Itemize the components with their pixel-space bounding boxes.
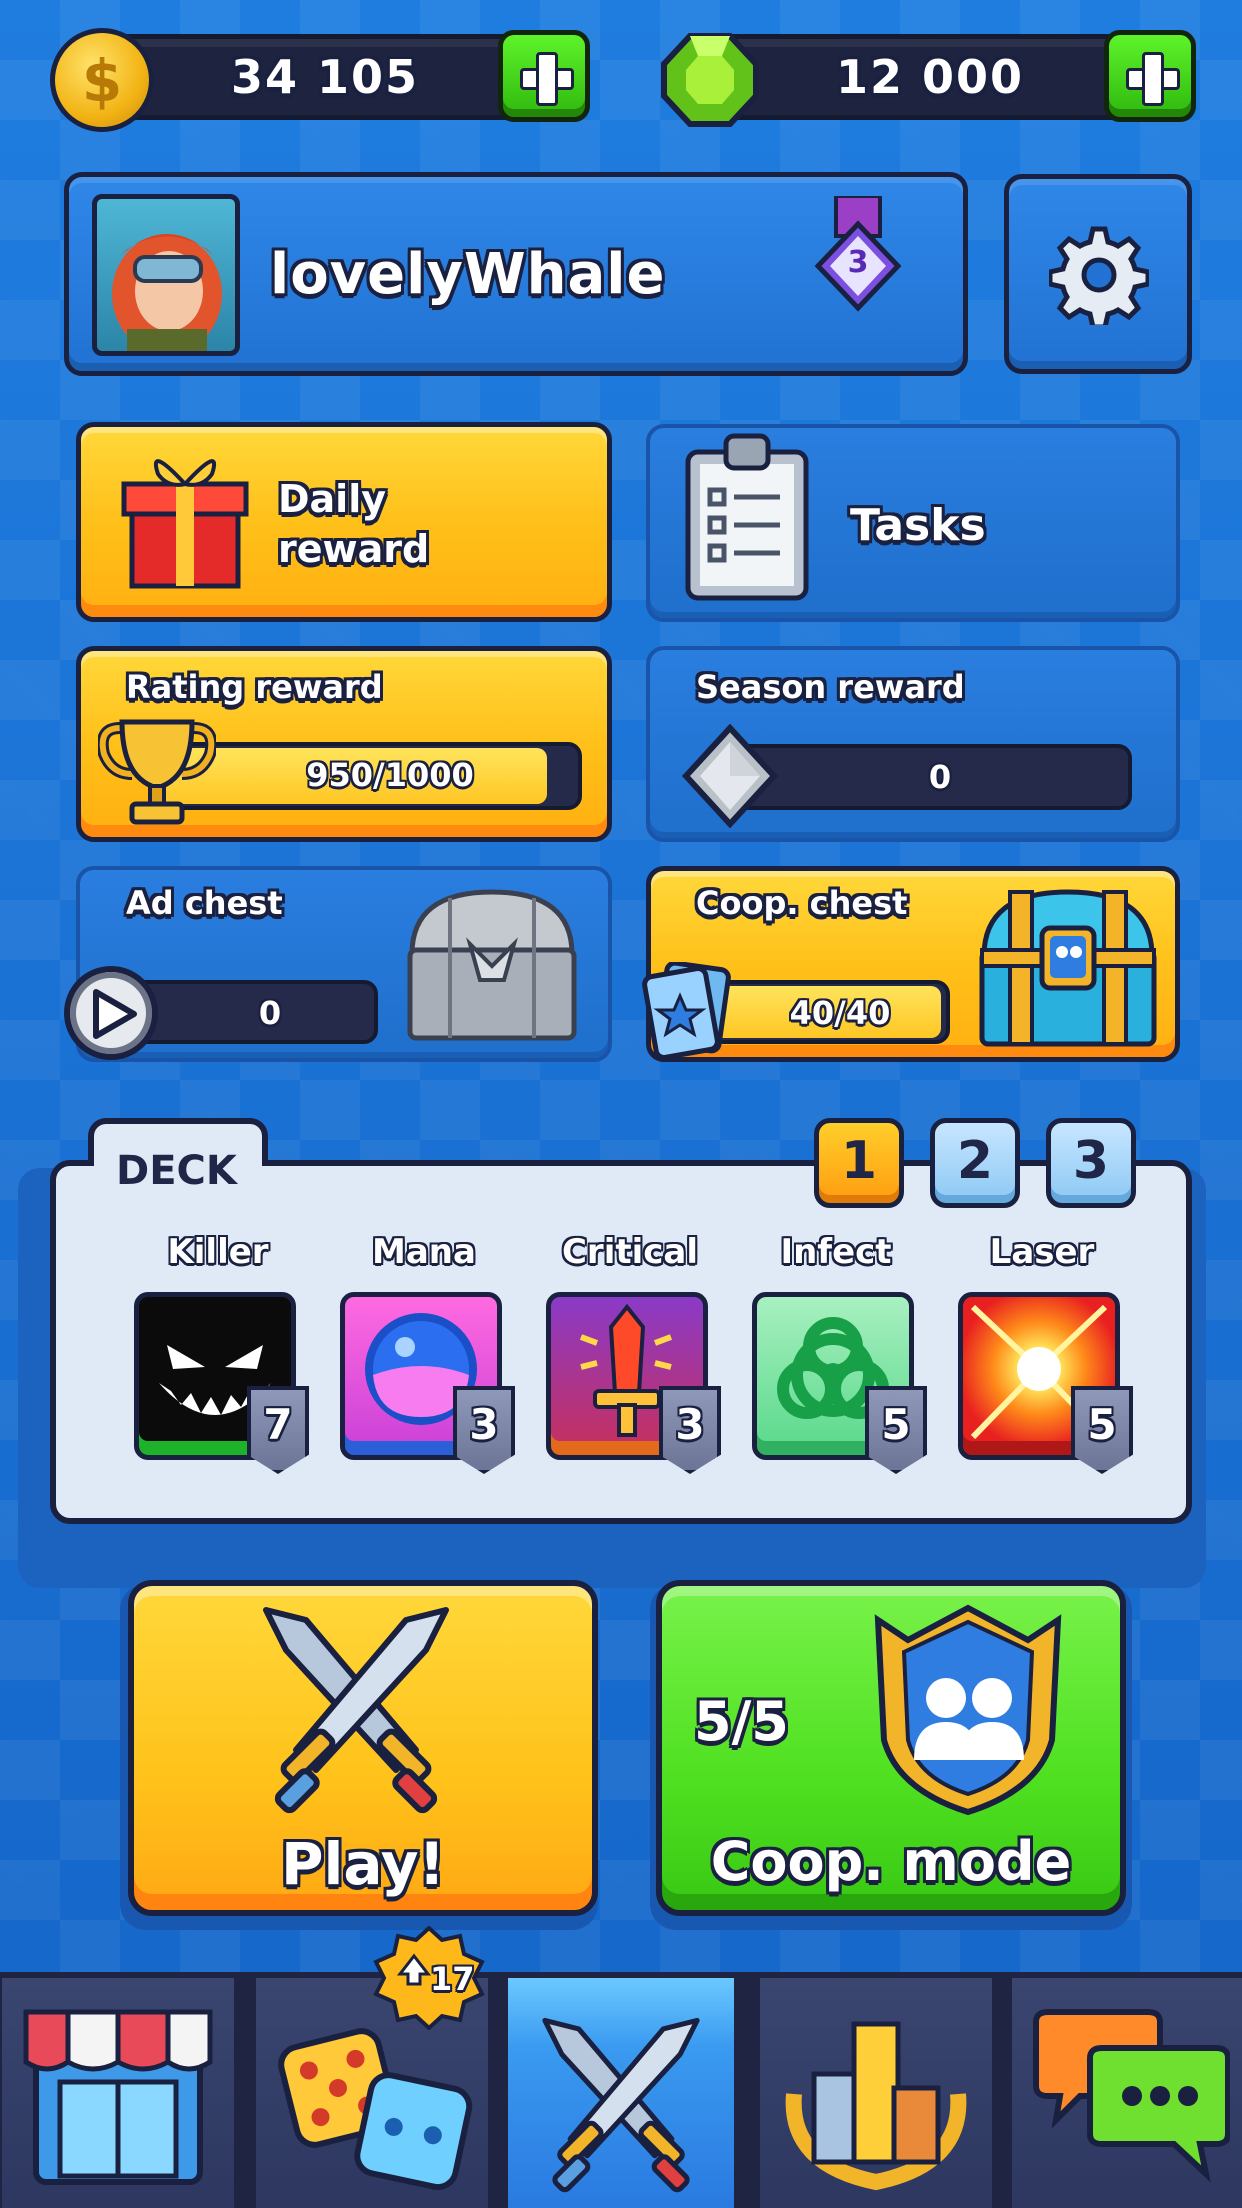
play-ad-icon[interactable] [64,966,158,1060]
crossed-swords-icon [236,1600,476,1820]
card-label-infect: Infect [780,1232,892,1272]
leaderboard-icon [785,2021,967,2191]
settings-button[interactable] [1004,174,1192,374]
dice-icon [278,2028,473,2191]
gems-value: 12 000 [835,50,1025,104]
rating-progress-text: 950/1000 [306,756,474,794]
dice-upgrade-count: 17 [430,1960,475,1998]
coop-count: 5/5 [694,1690,789,1753]
nav-shop[interactable] [2,1978,234,2208]
gift-icon [118,444,252,590]
ad-chest-label: Ad chest [126,884,283,922]
coop-chest-progress-text: 40/40 [789,994,891,1032]
avatar[interactable] [92,194,240,356]
nav-battle[interactable] [508,1978,734,2208]
add-coins-button[interactable] [498,30,590,122]
coop-shield-icon [868,1600,1068,1818]
silver-chest-icon [400,884,584,1046]
deck-slot-1[interactable]: 1 [814,1118,904,1208]
play-label: Play! [280,1830,445,1898]
tasks-label: Tasks [850,500,986,551]
daily-reward-label: Daily reward [278,477,430,571]
trophy-icon [96,718,218,828]
coin-symbol: $ [81,47,123,115]
coop-mode-label: Coop. mode [710,1830,1072,1893]
coins-value: 34 105 [230,50,420,104]
coin-icon: $ [50,28,154,132]
card-label-mana: Mana [372,1232,476,1272]
rank-level: 3 [847,245,869,280]
gear-icon [1049,226,1149,325]
coop-chest-icon [970,884,1166,1050]
nav-leaderboard[interactable] [760,1978,992,2208]
season-reward-label: Season reward [696,668,965,706]
card-label-critical: Critical [561,1232,699,1272]
ad-chest-progress-text: 0 [258,994,282,1032]
card-label-laser: Laser [989,1232,1095,1272]
deck-slot-2[interactable]: 2 [930,1118,1020,1208]
card-label-killer: Killer [167,1232,269,1272]
clipboard-icon [680,430,814,602]
rating-reward-label: Rating reward [126,668,383,706]
dice-upgrade-badge: 17 [370,1925,488,2031]
season-diamond-icon [680,723,780,829]
username: lovelyWhale [270,242,666,307]
add-gems-button[interactable] [1104,30,1196,122]
deck-title: DECK [116,1148,237,1194]
coop-chest-label: Coop. chest [696,884,908,922]
deck-slot-3[interactable]: 3 [1046,1118,1136,1208]
gem-icon [660,30,760,130]
season-progress-text: 0 [928,758,952,796]
card-star-icon [640,960,740,1060]
battle-icon [542,2017,700,2193]
nav-chat[interactable] [1012,1978,1242,2208]
shop-icon [23,2009,213,2185]
chat-icon [1033,2009,1230,2183]
rank-medal-icon: 3 [812,194,904,322]
